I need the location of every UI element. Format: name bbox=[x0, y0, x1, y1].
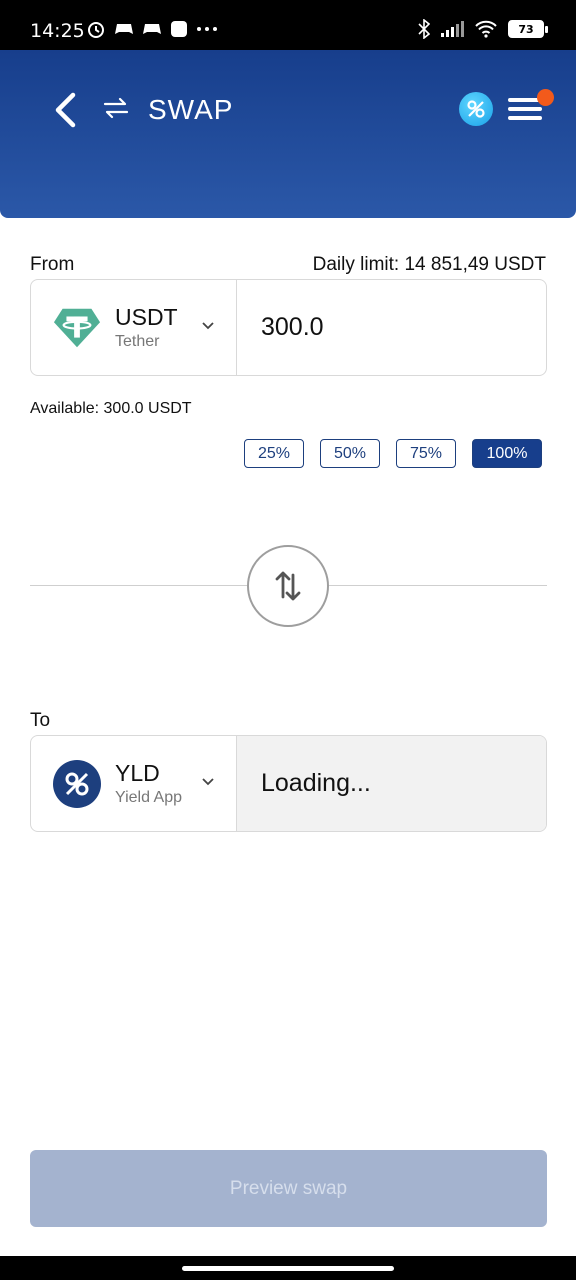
chevron-down-icon bbox=[202, 778, 214, 786]
from-amount-input[interactable]: 300.0 bbox=[237, 280, 546, 375]
app-square-icon bbox=[171, 21, 187, 37]
preview-swap-button[interactable]: Preview swap bbox=[30, 1150, 547, 1227]
pct-100-button[interactable]: 100% bbox=[472, 439, 542, 468]
back-arrow-icon bbox=[55, 92, 76, 128]
percentage-buttons: 25% 50% 75% 100% bbox=[244, 439, 542, 468]
yld-logo-icon[interactable] bbox=[459, 92, 493, 126]
bluetooth-icon bbox=[418, 19, 430, 39]
game-controller-icon bbox=[115, 24, 133, 34]
page-title: SWAP bbox=[148, 94, 234, 125]
to-field: YLD Yield App Loading... bbox=[30, 735, 547, 832]
back-button[interactable] bbox=[46, 88, 86, 132]
daily-limit: Daily limit: 14 851,49 USDT bbox=[312, 254, 546, 275]
status-system-icons: 73 bbox=[418, 19, 548, 39]
swap-arrows-icon bbox=[100, 92, 132, 129]
swap-vertical-icon bbox=[275, 571, 301, 601]
app-header: SWAP bbox=[0, 50, 576, 218]
more-dots-icon bbox=[197, 27, 217, 31]
home-gesture-handle[interactable] bbox=[182, 1266, 394, 1271]
to-label: To bbox=[30, 710, 51, 731]
from-label: From bbox=[30, 254, 75, 275]
game-controller-icon bbox=[143, 24, 161, 34]
pct-50-button[interactable]: 50% bbox=[320, 439, 380, 468]
notification-dot bbox=[537, 89, 554, 106]
pct-75-button[interactable]: 75% bbox=[396, 439, 456, 468]
pct-25-button[interactable]: 25% bbox=[244, 439, 304, 468]
to-currency-select[interactable]: YLD Yield App bbox=[31, 736, 237, 831]
to-currency-name: Yield App bbox=[115, 789, 183, 806]
from-currency-name: Tether bbox=[115, 333, 160, 350]
wifi-icon bbox=[475, 20, 497, 38]
from-field: USDT Tether 300.0 bbox=[30, 279, 547, 376]
status-bar: 14:25 73 bbox=[0, 0, 576, 50]
signal-icon bbox=[441, 21, 464, 37]
to-amount-output: Loading... bbox=[237, 736, 546, 831]
from-currency-code: USDT bbox=[115, 304, 178, 330]
system-nav-bar bbox=[0, 1256, 576, 1280]
status-time: 14:25 bbox=[30, 20, 85, 42]
battery-indicator: 73 bbox=[508, 20, 548, 38]
alarm-icon bbox=[88, 22, 104, 38]
status-notification-icons bbox=[86, 19, 218, 39]
swap-direction-button[interactable] bbox=[247, 545, 329, 627]
to-currency-code: YLD bbox=[115, 760, 160, 786]
chevron-down-icon bbox=[202, 322, 214, 330]
from-currency-select[interactable]: USDT Tether bbox=[31, 280, 237, 375]
available-balance: Available: 300.0 USDT bbox=[30, 400, 192, 417]
yield-app-icon bbox=[53, 759, 101, 808]
tether-icon bbox=[53, 304, 101, 352]
